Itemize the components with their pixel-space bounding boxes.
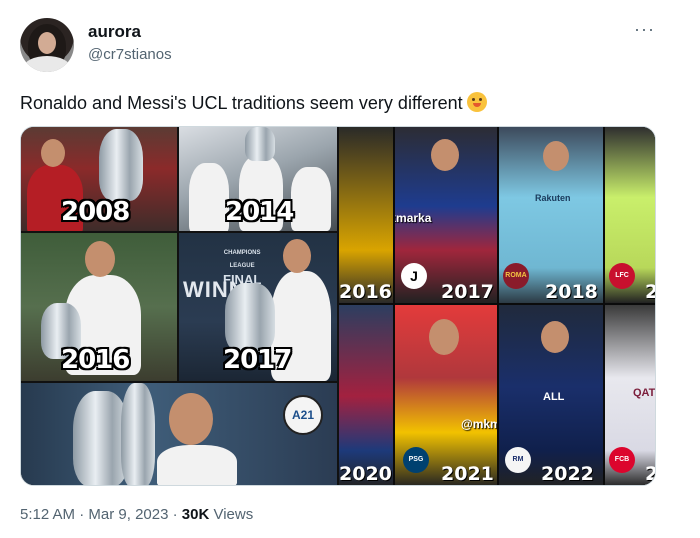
rakuten-text: Rakuten — [535, 193, 571, 203]
meta-separator: · — [172, 506, 178, 523]
tweet-text-content: Ronaldo and Messi's UCL traditions seem … — [20, 93, 463, 113]
messi-2017-photo: @mkmarka J 2017 — [395, 127, 497, 303]
ellipsis-icon[interactable]: ··· — [634, 20, 655, 38]
bayern-badge-icon: FCB — [609, 447, 635, 473]
avatar-face — [38, 32, 56, 54]
messi-2016-photo: 2016 — [339, 127, 393, 303]
tweet-media[interactable]: 2008 2014 2016 CHAMPIONS LEAGUE FINAL WI… — [20, 126, 656, 486]
tweet-date[interactable]: Mar 9, 2023 — [88, 506, 168, 523]
watermark-text: @mkmarka — [461, 417, 497, 431]
year-label: 2016 — [61, 345, 130, 375]
tweet-text: Ronaldo and Messi's UCL traditions seem … — [20, 92, 487, 114]
liverpool-badge-icon: LFC — [609, 263, 635, 289]
views-count[interactable]: 30K — [182, 506, 210, 523]
tweet-time[interactable]: 5:12 AM — [20, 506, 75, 523]
author-handle[interactable]: @cr7stianos — [88, 46, 172, 63]
messi-2019-photo: LFC 2 — [605, 127, 655, 303]
messi-2022-photo: ALL RM 2022 — [499, 305, 603, 485]
all-text: ALL — [543, 391, 565, 403]
player-head — [41, 139, 65, 167]
watermark-text: @mkmarka — [395, 211, 432, 225]
ronaldo-2017-photo: CHAMPIONS LEAGUE FINAL WINN 2017 — [179, 233, 337, 381]
year-label: 2016 — [339, 281, 392, 303]
year-label: 2020 — [339, 463, 392, 485]
year-label: 2022 — [541, 463, 594, 485]
player-head — [169, 393, 213, 445]
avatar-body — [24, 56, 70, 72]
psg-badge-icon: PSG — [403, 447, 429, 473]
trophy-icon — [99, 129, 143, 201]
trophy-icon — [245, 127, 275, 161]
messi-2023-photo: QAT FCB 2 — [605, 305, 656, 485]
year-label: 2017 — [441, 281, 494, 303]
year-label: 2017 — [223, 345, 292, 375]
avatar[interactable] — [20, 18, 74, 72]
white-jersey — [189, 163, 229, 231]
year-label: 2 — [645, 281, 655, 303]
player-head — [283, 239, 311, 273]
hand-over-mouth-emoji — [466, 92, 487, 112]
white-jersey — [291, 167, 331, 231]
ronaldo-bottom-photo: A21 — [21, 383, 337, 485]
trophy-icon — [225, 283, 275, 353]
a21-logo-icon: A21 — [283, 395, 323, 435]
ronaldo-2014-photo: 2014 — [179, 127, 337, 231]
trophy-icon — [121, 383, 155, 485]
player-head — [85, 241, 115, 277]
year-label: 2021 — [441, 463, 494, 485]
roma-badge-icon: ROMA — [503, 263, 529, 289]
year-label: 2018 — [545, 281, 598, 303]
messi-grid: 2016 @mkmarka J 2017 Rakuten ROMA 2018 L… — [339, 127, 656, 485]
juventus-badge-icon: J — [401, 263, 427, 289]
player-head — [541, 321, 569, 353]
tweet: aurora @cr7stianos ··· Ronaldo and Messi… — [0, 0, 700, 538]
author-name[interactable]: aurora — [88, 22, 141, 42]
year-label: 2014 — [225, 197, 294, 227]
tweet-meta: 5:12 AM · Mar 9, 2023 · 30K Views — [20, 506, 253, 523]
player-head — [431, 139, 459, 171]
ronaldo-2016-photo: 2016 — [21, 233, 177, 381]
white-jersey — [157, 445, 237, 485]
meta-separator: · — [79, 506, 85, 523]
ronaldo-2008-photo: 2008 — [21, 127, 177, 231]
real-madrid-badge-icon: RM — [505, 447, 531, 473]
qatar-text: QAT — [633, 387, 656, 399]
champions-league-text: CHAMPIONS LEAGUE — [223, 250, 261, 269]
views-label: Views — [213, 506, 254, 523]
messi-2018-photo: Rakuten ROMA 2018 — [499, 127, 603, 303]
year-label: 2008 — [61, 197, 130, 227]
player-head — [429, 319, 459, 355]
messi-2020-photo: 2020 — [339, 305, 393, 485]
messi-2021-photo: @mkmarka PSG 2021 — [395, 305, 497, 485]
year-label: 2 — [645, 463, 655, 485]
player-head — [543, 141, 569, 171]
